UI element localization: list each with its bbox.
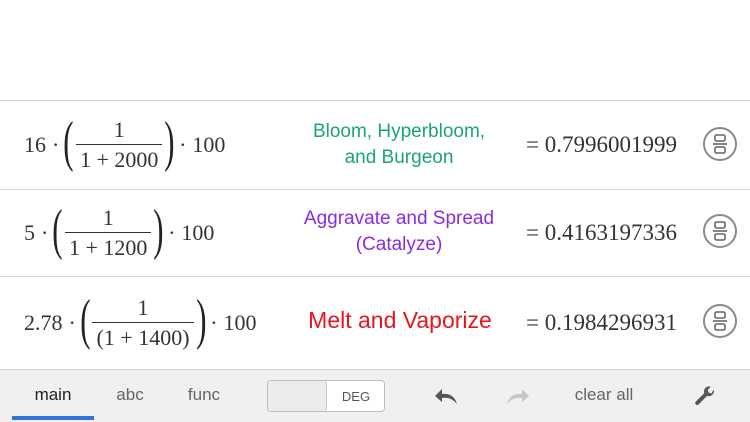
fraction: 1 1 + 1200 bbox=[64, 205, 152, 261]
fraction: 1 (1 + 1400) bbox=[92, 294, 194, 351]
format-toggle-button[interactable] bbox=[703, 127, 737, 161]
result-value: = 0.1984296931 bbox=[526, 309, 677, 335]
coefficient: 16 bbox=[24, 132, 46, 157]
undo-button[interactable] bbox=[430, 380, 464, 414]
keypad-toolbar: main abc func DEG clear all bbox=[0, 369, 750, 422]
expression-row-1[interactable]: 16 · ( 1 1 + 2000 ) · 100 Bloom, Hyperbl… bbox=[0, 101, 750, 190]
coefficient: 2.78 bbox=[24, 309, 63, 335]
multiplier: 100 bbox=[223, 309, 257, 335]
redo-arrow-icon bbox=[507, 389, 529, 404]
format-toggle-button[interactable] bbox=[703, 304, 737, 338]
fraction-toggle-icon bbox=[713, 134, 727, 154]
reaction-label: Aggravate and Spread (Catalyze) bbox=[285, 206, 513, 258]
left-paren: ( bbox=[80, 288, 91, 351]
active-tab-indicator bbox=[12, 416, 94, 420]
result-value: = 0.7996001999 bbox=[526, 132, 677, 157]
multiply-dot: · bbox=[68, 309, 76, 335]
expression-2[interactable]: 5 · ( 1 1 + 1200 ) · 100 bbox=[24, 190, 214, 276]
reaction-label: Melt and Vaporize bbox=[308, 307, 492, 333]
expression-3[interactable]: 2.78 · ( 1 (1 + 1400) ) · 100 bbox=[24, 277, 257, 368]
fraction-toggle-icon bbox=[713, 221, 727, 241]
label-line-1: Bloom, Hyperbloom, bbox=[312, 121, 486, 142]
multiply-dot: · bbox=[52, 132, 60, 157]
format-toggle-button[interactable] bbox=[703, 214, 737, 248]
coefficient: 5 bbox=[24, 220, 35, 245]
expression-row-3[interactable]: 2.78 · ( 1 (1 + 1400) ) · 100 Melt and V… bbox=[0, 277, 750, 368]
left-paren: ( bbox=[63, 111, 74, 173]
label-line-2: (Catalyze) bbox=[355, 234, 443, 255]
fraction: 1 1 + 2000 bbox=[75, 117, 163, 173]
expression-row-2[interactable]: 5 · ( 1 1 + 1200 ) · 100 Aggravate and S… bbox=[0, 190, 750, 277]
angle-mode-label: DEG bbox=[341, 388, 371, 404]
result-value: = 0.4163197336 bbox=[526, 220, 677, 245]
denominator: 1 + 1200 bbox=[64, 232, 152, 261]
label-line-2: and Burgeon bbox=[344, 147, 454, 168]
label-line-1: Aggravate and Spread bbox=[303, 208, 495, 229]
multiply-dot: · bbox=[168, 220, 176, 245]
multiply-dot: · bbox=[210, 309, 218, 335]
multiplier: 100 bbox=[181, 220, 215, 245]
settings-button[interactable] bbox=[688, 380, 722, 414]
toggle-knob bbox=[268, 381, 327, 411]
undo-arrow-icon bbox=[435, 389, 457, 404]
multiply-dot: · bbox=[41, 220, 49, 245]
tab-abc[interactable]: abc bbox=[100, 370, 160, 420]
tab-main[interactable]: main bbox=[12, 370, 94, 420]
wrench-icon bbox=[695, 386, 714, 405]
left-paren: ( bbox=[52, 199, 63, 261]
clear-all-button[interactable]: clear all bbox=[566, 370, 642, 420]
right-paren: ) bbox=[195, 288, 207, 351]
fraction-toggle-icon bbox=[713, 311, 727, 331]
tab-func[interactable]: func bbox=[172, 370, 236, 420]
numerator: 1 bbox=[102, 205, 114, 230]
reaction-label: Bloom, Hyperbloom, and Burgeon bbox=[290, 119, 508, 171]
expression-1[interactable]: 16 · ( 1 1 + 2000 ) · 100 bbox=[24, 101, 225, 189]
redo-button[interactable] bbox=[500, 380, 534, 414]
multiply-dot: · bbox=[179, 132, 187, 157]
numerator: 1 bbox=[137, 294, 149, 320]
denominator: 1 + 2000 bbox=[75, 144, 163, 173]
right-paren: ) bbox=[164, 111, 175, 173]
numerator: 1 bbox=[113, 117, 125, 142]
denominator: (1 + 1400) bbox=[92, 321, 194, 351]
right-paren: ) bbox=[153, 199, 164, 261]
multiplier: 100 bbox=[192, 132, 226, 157]
angle-mode-toggle[interactable]: DEG bbox=[267, 380, 385, 412]
empty-expression-area[interactable] bbox=[0, 0, 750, 101]
